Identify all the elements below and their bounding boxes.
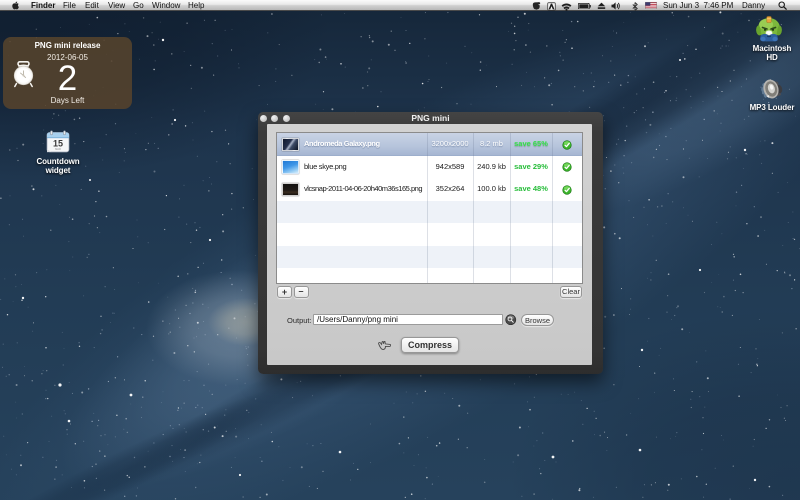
svg-text:MAR: MAR xyxy=(55,147,61,151)
svg-text:15: 15 xyxy=(53,139,63,149)
